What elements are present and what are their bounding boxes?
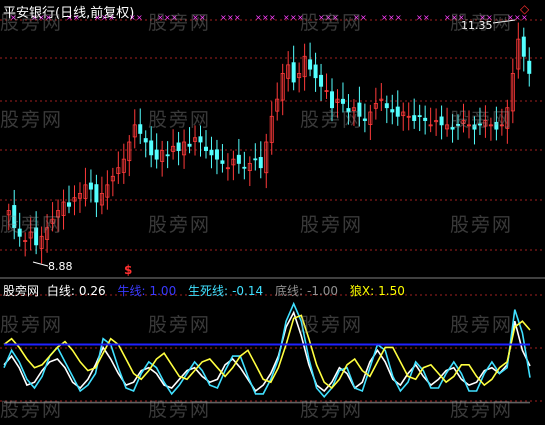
watermark: 股旁网 — [450, 214, 514, 236]
candle-body — [362, 118, 367, 121]
marker-x: × — [227, 13, 234, 22]
watermark: 股旁网 — [300, 399, 364, 421]
legend-life-line: 生死线: -0.14 — [188, 284, 264, 298]
low-price-label: 8.88 — [48, 260, 73, 273]
watermark: 股旁网 — [300, 12, 364, 34]
legend-white-line: 白线: 0.26 — [46, 284, 106, 298]
stock-chart-window: × × × × × × × × × × × × × × × × × × × × × × × × × × × × × × × × × × × × × × × ×… — [0, 0, 545, 425]
candle-body — [308, 59, 313, 70]
candle-body — [187, 143, 192, 147]
marker-x: × — [290, 13, 297, 22]
candle-body — [340, 98, 345, 104]
legend-bottom-line: 底线: -1.00 — [274, 284, 339, 298]
candle-body — [313, 64, 318, 79]
candle-body — [439, 116, 444, 126]
candle-body — [143, 138, 148, 143]
candle-body — [390, 109, 395, 113]
watermark: 股旁网 — [148, 109, 212, 131]
marker-x: × — [416, 13, 423, 22]
indicator-legend: 股旁网 白线: 0.26 牛线: 1.00 生死线: -0.14 底线: -1.00 狼… — [3, 282, 413, 299]
candle-body — [214, 149, 219, 160]
watermark: 股旁网 — [300, 109, 364, 131]
candle-body — [236, 154, 241, 164]
low-pointer — [32, 261, 49, 267]
candle-body — [319, 74, 324, 87]
watermark: 股旁网 — [450, 109, 514, 131]
candle-body — [176, 142, 181, 151]
watermark: 股旁网 — [148, 12, 212, 34]
watermark: 股旁网 — [450, 399, 514, 421]
candle-body — [198, 136, 203, 143]
marker-x: × — [283, 13, 290, 22]
diamond-icon[interactable]: ◇ — [520, 2, 529, 16]
candle-body — [88, 182, 93, 190]
candle-body — [417, 115, 422, 118]
watermark: 股旁网 — [0, 314, 64, 336]
candle-body — [521, 36, 526, 57]
marker-x: × — [269, 13, 276, 22]
candle-body — [149, 140, 154, 156]
watermark: 股旁网 — [300, 214, 364, 236]
watermark: 股旁网 — [450, 12, 514, 34]
signal-marker: $ — [124, 263, 133, 277]
watermark: 股旁网 — [0, 214, 64, 236]
candle-body — [527, 60, 532, 74]
candle-body — [423, 117, 428, 121]
indicator-name: 股旁网 — [3, 284, 40, 298]
marker-x: × — [234, 13, 241, 22]
candle-body — [203, 146, 208, 151]
marker-x: × — [423, 13, 430, 22]
watermark: 股旁网 — [0, 109, 64, 131]
candle-body — [242, 166, 247, 169]
watermark: 股旁网 — [148, 314, 212, 336]
marker-x: × — [136, 13, 143, 22]
watermark: 股旁网 — [0, 12, 64, 34]
watermark: 股旁网 — [0, 399, 64, 421]
marker-x: × — [262, 13, 269, 22]
candle-body — [154, 149, 159, 160]
candle-body — [291, 62, 296, 83]
candle-body — [209, 149, 214, 156]
candle-body — [67, 202, 72, 207]
watermark: 股旁网 — [148, 399, 212, 421]
watermark: 股旁网 — [300, 314, 364, 336]
candle-body — [384, 103, 389, 109]
marker-x: × — [395, 13, 402, 22]
candle-body — [138, 124, 143, 134]
candle-body — [395, 106, 400, 117]
candle-body — [94, 184, 99, 203]
marker-x: × — [255, 13, 262, 22]
candle-body — [258, 157, 263, 169]
watermark: 股旁网 — [450, 314, 514, 336]
candle-body — [220, 160, 225, 164]
marker-x: × — [381, 13, 388, 22]
candle-body — [412, 115, 417, 121]
legend-wolf-line: 狼X: 1.50 — [349, 284, 405, 298]
watermark: 股旁网 — [148, 214, 212, 236]
candle-body — [253, 158, 258, 161]
marker-x: × — [220, 13, 227, 22]
candle-body — [165, 154, 170, 157]
marker-x: × — [388, 13, 395, 22]
legend-bull-line: 牛线: 1.00 — [117, 284, 177, 298]
